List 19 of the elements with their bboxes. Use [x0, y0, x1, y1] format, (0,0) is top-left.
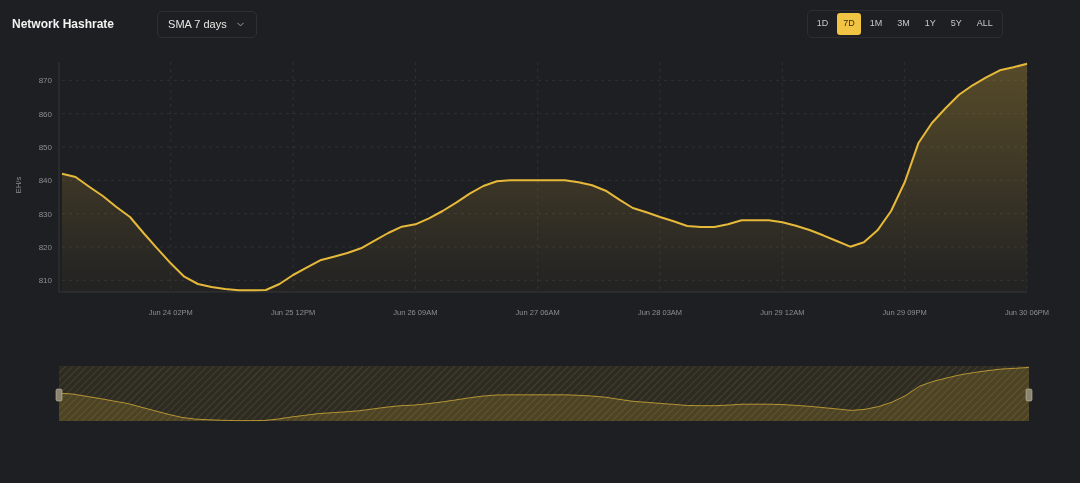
y-tick-label: 810 [38, 276, 52, 286]
y-tick-label: 870 [38, 76, 52, 86]
range-tab[interactable]: 1M [863, 13, 889, 35]
y-tick-label: 860 [38, 109, 52, 119]
y-tick-label: 840 [38, 176, 52, 186]
y-tick-label: 830 [38, 209, 52, 219]
right-handle[interactable] [1025, 388, 1033, 402]
chart-title: Network Hashrate [12, 16, 115, 33]
range-tab[interactable]: 1D [810, 13, 835, 35]
range-tab[interactable]: 3M [891, 13, 916, 35]
range-tab[interactable]: 1Y [918, 13, 942, 35]
left-handle[interactable] [55, 388, 63, 402]
y-tick-label: 820 [38, 243, 52, 252]
navigator-window[interactable] [58, 366, 1030, 422]
range-tab[interactable]: ALL [970, 13, 999, 35]
y-tick-label: 850 [38, 143, 52, 152]
range-tab[interactable]: 7D [837, 13, 861, 35]
range-tab[interactable]: 5Y [944, 13, 968, 35]
average-dropdown[interactable]: SMA 7 days [157, 10, 257, 38]
